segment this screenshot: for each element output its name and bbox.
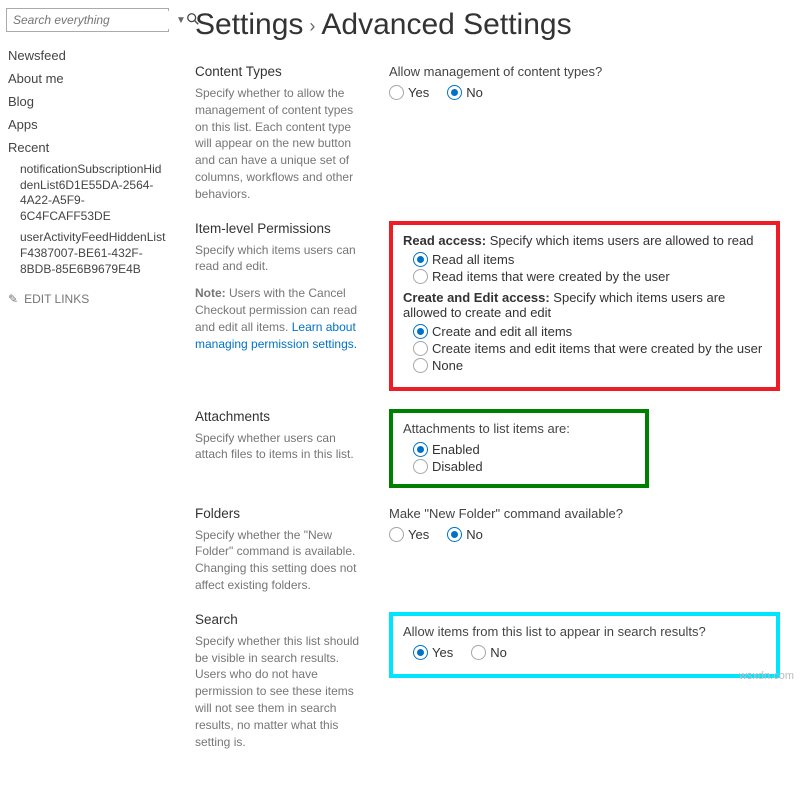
- permissions-note-label: Note:: [195, 286, 226, 300]
- content-types-yes-label: Yes: [408, 85, 429, 100]
- attachments-enabled-label: Enabled: [432, 442, 480, 457]
- content-types-yes-radio[interactable]: [389, 85, 404, 100]
- recent-item-2[interactable]: userActivityFeedHiddenListF4387007-BE61-…: [6, 227, 169, 280]
- folders-no-radio[interactable]: [447, 527, 462, 542]
- permissions-note: Note: Users with the Cancel Checkout per…: [195, 285, 365, 352]
- edit-links-label: EDIT LINKS: [24, 292, 89, 306]
- folders-yes-radio[interactable]: [389, 527, 404, 542]
- folders-no-label: No: [466, 527, 483, 542]
- attachments-disabled-radio[interactable]: [413, 459, 428, 474]
- folders-question: Make "New Folder" command available?: [389, 506, 780, 521]
- attachments-heading: Attachments: [195, 409, 365, 424]
- sidebar-item-apps[interactable]: Apps: [6, 113, 169, 136]
- read-all-items-radio[interactable]: [413, 252, 428, 267]
- search-input[interactable]: [7, 11, 176, 29]
- attachments-disabled-label: Disabled: [432, 459, 483, 474]
- search-heading: Search: [195, 612, 365, 627]
- folders-desc: Specify whether the "New Folder" command…: [195, 527, 365, 594]
- page-title: Settings › Advanced Settings: [195, 8, 780, 42]
- watermark: wsxdn.com: [739, 670, 794, 682]
- folders-yes-label: Yes: [408, 527, 429, 542]
- recent-item-1[interactable]: notificationSubscriptionHiddenList6D1E55…: [6, 159, 169, 227]
- edit-access-label: Create and Edit access:: [403, 290, 550, 305]
- content-types-no-radio[interactable]: [447, 85, 462, 100]
- permissions-highlight-box: Read access: Specify which items users a…: [389, 221, 780, 391]
- pencil-icon: ✎: [8, 292, 18, 306]
- attachments-highlight-box: Attachments to list items are: Enabled D…: [389, 409, 649, 488]
- content-types-no-label: No: [466, 85, 483, 100]
- attachments-question: Attachments to list items are:: [403, 421, 635, 436]
- permissions-heading: Item-level Permissions: [195, 221, 365, 236]
- content-types-question: Allow management of content types?: [389, 64, 780, 79]
- breadcrumb-advanced: Advanced Settings: [321, 8, 571, 41]
- read-all-items-label: Read all items: [432, 252, 514, 267]
- attachments-enabled-radio[interactable]: [413, 442, 428, 457]
- sidebar-item-aboutme[interactable]: About me: [6, 67, 169, 90]
- read-own-items-label: Read items that were created by the user: [432, 269, 670, 284]
- search-desc: Specify whether this list should be visi…: [195, 633, 365, 751]
- read-access-label: Read access:: [403, 233, 486, 248]
- content-types-heading: Content Types: [195, 64, 365, 79]
- sidebar-item-blog[interactable]: Blog: [6, 90, 169, 113]
- edit-all-items-label: Create and edit all items: [432, 324, 572, 339]
- search-highlight-box: Allow items from this list to appear in …: [389, 612, 780, 678]
- edit-links-button[interactable]: ✎ EDIT LINKS: [6, 280, 169, 318]
- search-no-radio[interactable]: [471, 645, 486, 660]
- search-no-label: No: [490, 645, 507, 660]
- edit-none-label: None: [432, 358, 463, 373]
- content-types-desc: Specify whether to allow the management …: [195, 85, 365, 203]
- attachments-desc: Specify whether users can attach files t…: [195, 430, 365, 464]
- breadcrumb-settings[interactable]: Settings: [195, 8, 303, 41]
- search-box[interactable]: ▼: [6, 8, 169, 32]
- folders-heading: Folders: [195, 506, 365, 521]
- sidebar-item-recent[interactable]: Recent: [6, 136, 169, 159]
- edit-all-items-radio[interactable]: [413, 324, 428, 339]
- edit-own-items-label: Create items and edit items that were cr…: [432, 341, 762, 356]
- permissions-desc: Specify which items users can read and e…: [195, 242, 365, 276]
- sidebar-item-newsfeed[interactable]: Newsfeed: [6, 44, 169, 67]
- search-yes-label: Yes: [432, 645, 453, 660]
- read-access-desc: Specify which items users are allowed to…: [486, 233, 753, 248]
- breadcrumb-separator: ›: [309, 16, 315, 36]
- search-yes-radio[interactable]: [413, 645, 428, 660]
- read-own-items-radio[interactable]: [413, 269, 428, 284]
- edit-none-radio[interactable]: [413, 358, 428, 373]
- edit-own-items-radio[interactable]: [413, 341, 428, 356]
- search-question: Allow items from this list to appear in …: [403, 624, 766, 639]
